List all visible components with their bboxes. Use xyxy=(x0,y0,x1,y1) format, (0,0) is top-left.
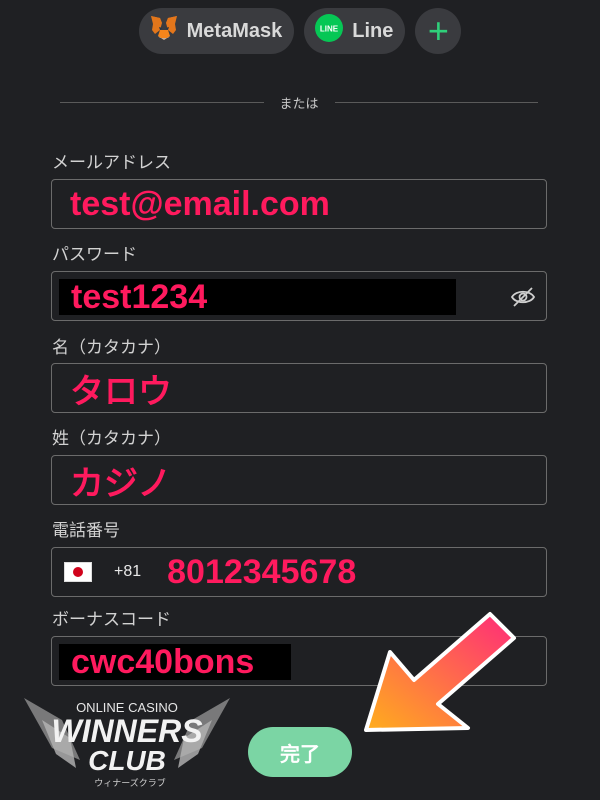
logo-line4: ウィナーズクラブ xyxy=(94,777,166,789)
metamask-label: MetaMask xyxy=(186,19,283,42)
japan-flag-icon[interactable] xyxy=(64,562,92,582)
first-name-field[interactable]: タロウ xyxy=(51,363,547,413)
password-label: パスワード xyxy=(52,245,137,264)
divider-text: または xyxy=(279,95,319,111)
password-redaction: test1234 xyxy=(59,277,456,316)
first-name-value: タロウ xyxy=(70,372,172,411)
add-login-button[interactable]: + xyxy=(415,8,462,54)
plus-icon: + xyxy=(427,10,449,51)
email-label: メールアドレス xyxy=(52,153,171,172)
metamask-icon xyxy=(149,14,179,48)
eye-slash-icon[interactable] xyxy=(510,285,536,314)
email-field[interactable]: test@email.com xyxy=(51,179,547,229)
metamask-button[interactable]: MetaMask xyxy=(138,8,295,54)
divider-line-right xyxy=(334,101,539,103)
first-name-label: 名（カタカナ） xyxy=(52,338,171,357)
last-name-label: 姓（カタカナ） xyxy=(52,429,171,448)
phone-value: 8012345678 xyxy=(167,552,357,591)
winners-club-logo: ONLINE CASINO WINNERS CLUB ウィナーズクラブ xyxy=(24,698,230,789)
country-code: +81 xyxy=(114,563,142,580)
phone-label: 電話番号 xyxy=(52,521,120,540)
last-name-field[interactable]: カジノ xyxy=(51,455,547,505)
last-name-value: カジノ xyxy=(70,464,172,503)
password-field[interactable]: test1234 xyxy=(51,271,547,321)
phone-field[interactable]: +81 8012345678 xyxy=(51,547,547,597)
line-icon: LINE xyxy=(314,13,344,49)
divider-line-left xyxy=(60,101,264,103)
bonus-code-label: ボーナスコード xyxy=(52,610,171,629)
bonus-code-redaction: cwc40bons xyxy=(59,642,291,681)
or-divider: または xyxy=(60,92,539,112)
line-label: Line xyxy=(352,19,394,42)
line-button[interactable]: LINE Line xyxy=(304,8,406,54)
line-icon-text: LINE xyxy=(320,25,339,34)
social-login-bar: MetaMask LINE Line + xyxy=(0,8,600,54)
logo-line3: CLUB xyxy=(88,745,166,776)
email-value: test@email.com xyxy=(70,184,330,223)
password-value: test1234 xyxy=(71,277,208,316)
bonus-code-value: cwc40bons xyxy=(71,642,255,681)
arrow-icon xyxy=(364,612,516,732)
logo-line2: WINNERS xyxy=(51,713,203,749)
